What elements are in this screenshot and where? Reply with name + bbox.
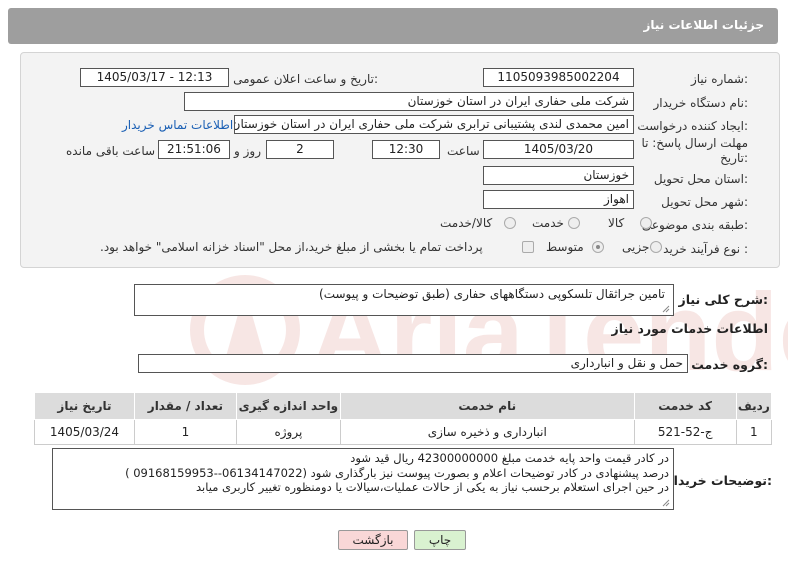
col-quantity: تعداد / مقدار xyxy=(133,392,237,420)
city-field: اهواز xyxy=(483,190,634,209)
category-goods-service-radio[interactable] xyxy=(504,217,516,229)
col-service-name: نام خدمت xyxy=(339,392,635,420)
province-label: استان محل تحویل: xyxy=(653,172,748,186)
col-unit: واحد اندازه گیری xyxy=(235,392,341,420)
page-title: جزئیات اطلاعات نیاز xyxy=(643,18,764,32)
cell-quantity: 1 xyxy=(133,419,237,445)
category-goods-service-label: کالا/خدمت xyxy=(440,216,493,230)
purchase-type-label: نوع فرآیند خرید : xyxy=(663,242,748,256)
buyer-notes-label: توضیحات خریدار: xyxy=(666,473,772,488)
category-label: طبقه بندی موضوعی: xyxy=(641,218,748,232)
description-text: تامین جراثقال تلسکوپی دستگاههای حفاری (ط… xyxy=(319,287,665,301)
page-header: جزئیات اطلاعات نیاز xyxy=(8,8,778,44)
cell-row-number: 1 xyxy=(735,419,773,445)
category-service-label: خدمت xyxy=(532,216,564,230)
col-row-number: ردیف xyxy=(735,392,773,420)
deadline-label: مهلت ارسال پاسخ: تا xyxy=(641,136,748,150)
buyer-notes-line-1: در کادر قیمت واحد پایه خدمت مبلغ 4230000… xyxy=(350,451,669,465)
remaining-time-field: 21:51:06 xyxy=(158,140,230,159)
buyer-notes-line-3: در حین اجرای استعلام برحسب نیاز به یکی ا… xyxy=(196,480,669,494)
resize-handle-icon[interactable] xyxy=(662,499,670,507)
days-label: روز و xyxy=(234,144,261,158)
announce-date-field: 1405/03/17 - 12:13 xyxy=(80,68,229,87)
purchase-minor-radio[interactable] xyxy=(650,241,662,253)
deadline-time-label: ساعت xyxy=(447,144,480,158)
purchase-minor-label: جزیی xyxy=(622,240,650,254)
buyer-notes-line-2: درصد پیشنهادی در کادر توضیحات اعلام و بص… xyxy=(125,465,669,480)
services-table: تاریخ نیاز تعداد / مقدار واحد اندازه گیر… xyxy=(34,392,773,445)
buyer-contact-link[interactable]: اطلاعات تماس خریدار xyxy=(122,118,233,132)
purchase-medium-radio[interactable] xyxy=(592,241,604,253)
days-remaining-field: 2 xyxy=(266,140,334,159)
treasury-payment-checkbox[interactable] xyxy=(522,241,534,253)
description-label: شرح کلی نیاز: xyxy=(678,292,769,307)
print-button[interactable]: چاپ xyxy=(414,530,466,550)
deadline-date-label: تاریخ: xyxy=(720,151,748,165)
cell-service-name: انبارداری و ذخیره سازی xyxy=(339,419,635,445)
buyer-org-label: نام دستگاه خریدار: xyxy=(653,96,749,110)
services-table-header: تاریخ نیاز تعداد / مقدار واحد اندازه گیر… xyxy=(34,392,773,420)
cell-unit: پروژه xyxy=(235,419,341,445)
need-number-field: 1105093985002204 xyxy=(483,68,634,87)
services-title: اطلاعات خدمات مورد نیاز xyxy=(611,321,769,336)
announce-date-label: تاریخ و ساعت اعلان عمومی: xyxy=(233,72,378,86)
need-number-label: شماره نیاز: xyxy=(690,72,748,86)
deadline-date-field: 1405/03/20 xyxy=(483,140,634,159)
col-need-date: تاریخ نیاز xyxy=(34,392,135,420)
resize-handle-icon[interactable] xyxy=(662,305,670,313)
col-service-code: کد خدمت xyxy=(633,392,737,420)
buyer-notes-textarea[interactable]: در کادر قیمت واحد پایه خدمت مبلغ 4230000… xyxy=(52,448,674,510)
creator-field: امین محمدی لندی پشتیبانی ترابری شرکت ملی… xyxy=(234,115,634,134)
table-row: 1405/03/24 1 پروژه انبارداری و ذخیره ساز… xyxy=(34,419,773,445)
description-textarea[interactable]: تامین جراثقال تلسکوپی دستگاههای حفاری (ط… xyxy=(134,284,674,316)
deadline-time-field: 12:30 xyxy=(372,140,440,159)
buyer-org-field: شرکت ملی حفاری ایران در استان خوزستان xyxy=(184,92,634,111)
treasury-payment-note: پرداخت تمام یا بخشی از مبلغ خرید،از محل … xyxy=(100,240,483,254)
category-service-radio[interactable] xyxy=(568,217,580,229)
purchase-medium-label: متوسط xyxy=(546,240,584,254)
category-goods-radio[interactable] xyxy=(640,217,652,229)
remaining-time-label: ساعت باقی مانده xyxy=(66,144,156,158)
cell-need-date: 1405/03/24 xyxy=(34,419,135,445)
city-label: شهر محل تحویل: xyxy=(661,195,748,209)
service-group-label: گروه خدمت: xyxy=(691,357,768,372)
creator-label: ایجاد کننده درخواست: xyxy=(637,119,748,133)
province-field: خوزستان xyxy=(483,166,634,185)
cell-service-code: ج-52-521 xyxy=(633,419,737,445)
back-button[interactable]: بازگشت xyxy=(338,530,408,550)
category-goods-label: کالا xyxy=(608,216,625,230)
service-group-field: حمل و نقل و انبارداری xyxy=(138,354,688,373)
